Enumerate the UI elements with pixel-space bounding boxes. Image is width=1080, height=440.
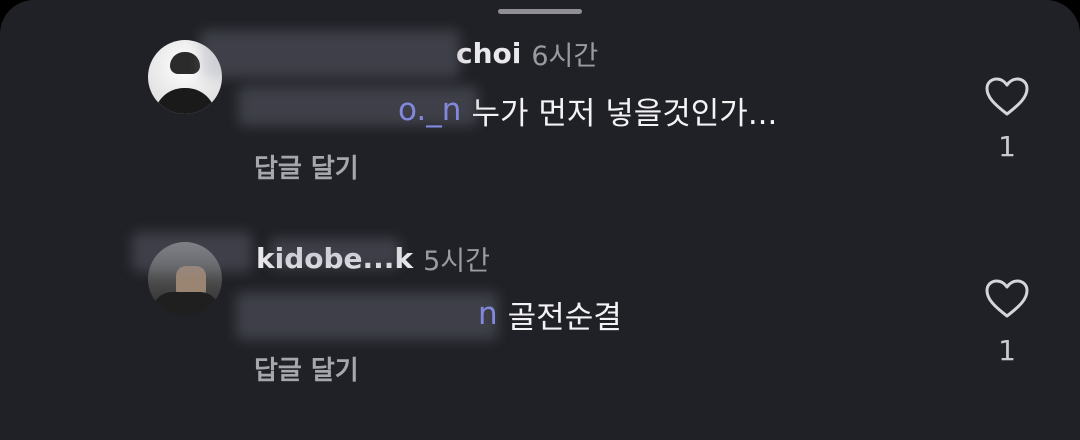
comment-time: 6시간 xyxy=(531,40,599,72)
comment-text: 골전순결 xyxy=(507,299,622,336)
like-count: 1 xyxy=(998,130,1016,163)
like-button[interactable] xyxy=(984,76,1030,118)
like-count: 1 xyxy=(998,334,1016,367)
reply-button[interactable]: 답글 달기 xyxy=(254,350,359,387)
comment-text: 누가 먼저 넣을것인가... xyxy=(471,95,778,132)
redaction-blur xyxy=(236,292,498,340)
heart-outline-icon xyxy=(985,77,1029,116)
avatar-shirt xyxy=(152,292,220,316)
username[interactable]: choi xyxy=(456,37,521,70)
comment-time: 5시간 xyxy=(423,245,490,277)
avatar-hair xyxy=(170,52,200,74)
heart-outline-icon xyxy=(985,279,1029,318)
avatar-body xyxy=(154,88,216,114)
comments-sheet: choi 6시간 o._n 누가 먼저 넣을것인가... 답글 달기 1 kid… xyxy=(0,0,1080,440)
redaction-blur xyxy=(200,30,460,78)
comment-item: kidobe...k 5시간 n 골전순결 답글 달기 1 xyxy=(0,196,1080,386)
reply-button[interactable]: 답글 달기 xyxy=(254,148,359,185)
redaction-blur xyxy=(270,238,400,268)
comment-item: choi 6시간 o._n 누가 먼저 넣을것인가... 답글 달기 1 xyxy=(0,0,1080,184)
like-button[interactable] xyxy=(984,278,1030,320)
redaction-blur xyxy=(132,232,252,272)
redaction-blur xyxy=(238,86,478,126)
